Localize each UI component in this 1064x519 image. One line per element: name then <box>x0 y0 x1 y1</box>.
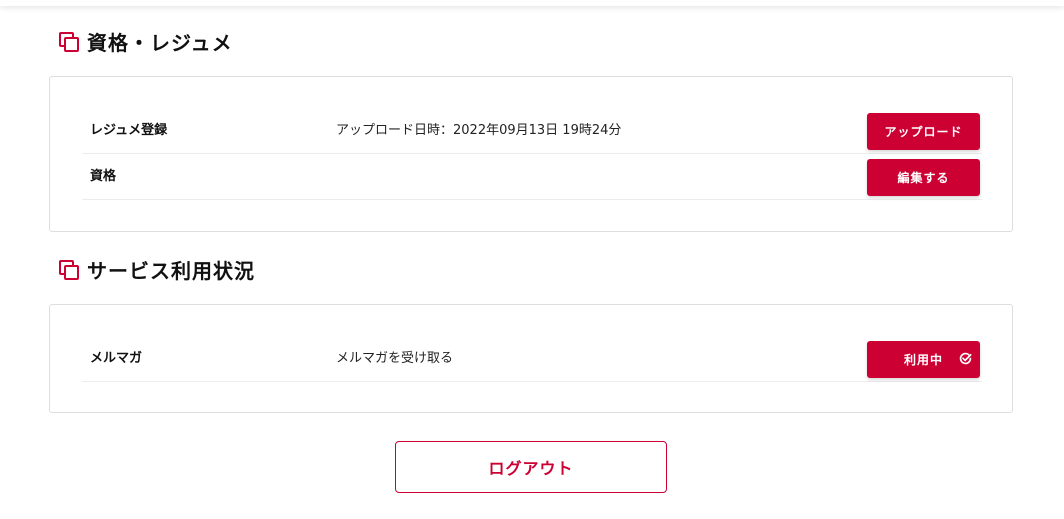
in-use-label: 利用中 <box>903 353 943 367</box>
row-value-newsletter: メルマガを受け取る <box>336 351 454 366</box>
row-newsletter: メルマガ メルマガを受け取る 利用中 <box>82 336 982 382</box>
row-resume-registration: レジュメ登録 アップロード日時：2022年09月13日 19時24分 アップロー… <box>82 108 982 154</box>
logout-button[interactable]: ログアウト <box>395 441 667 493</box>
row-label-qualifications: 資格 <box>90 169 117 184</box>
in-use-button[interactable]: 利用中 <box>867 341 980 378</box>
row-label-newsletter: メルマガ <box>90 351 143 366</box>
section-header-resume: 資格・レジュメ <box>58 26 233 56</box>
section-title-resume: 資格・レジュメ <box>87 30 233 55</box>
resume-card: レジュメ登録 アップロード日時：2022年09月13日 19時24分 アップロー… <box>49 76 1013 232</box>
copy-icon <box>58 31 79 52</box>
check-circle-icon <box>959 352 972 365</box>
upload-button[interactable]: アップロード <box>867 113 980 150</box>
service-usage-card: メルマガ メルマガを受け取る 利用中 <box>49 304 1013 413</box>
edit-button[interactable]: 編集する <box>867 159 980 196</box>
row-label-resume: レジュメ登録 <box>90 123 168 138</box>
row-value-upload-datetime: アップロード日時：2022年09月13日 19時24分 <box>336 123 622 138</box>
section-title-service-usage: サービス利用状況 <box>87 258 255 283</box>
top-header-shadow <box>0 0 1064 6</box>
section-header-service-usage: サービス利用状況 <box>58 254 255 284</box>
row-qualifications: 資格 編集する <box>82 154 982 200</box>
copy-icon <box>58 259 79 280</box>
